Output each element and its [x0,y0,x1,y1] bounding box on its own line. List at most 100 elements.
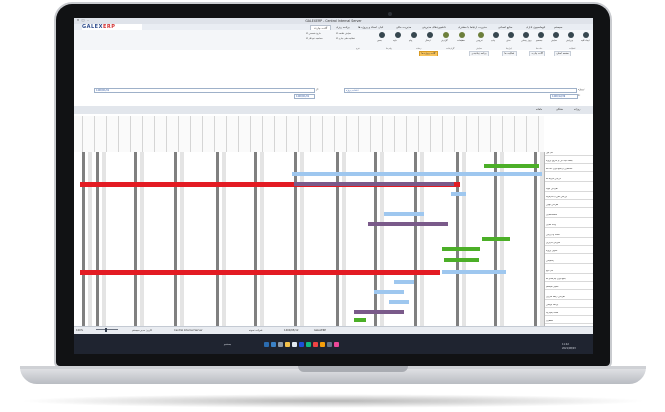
to-date-input[interactable]: 1400/12/29 [550,94,578,100]
task-row[interactable]: پیاده سازی [545,224,593,228]
ribbon-option-4[interactable]: ☑ محاسبه خودکار [306,37,323,40]
gantt-bar-green[interactable] [354,318,366,322]
gantt-bar-green[interactable] [442,247,480,251]
tab-human-resources[interactable]: منابع انسانی [498,25,512,29]
tab-office-automation[interactable]: اتوماسیون اداری [526,25,545,29]
tab-system[interactable]: سیستم [554,25,562,29]
gantt-bar-lightblue[interactable] [442,270,506,274]
tab-finance[interactable]: مدیریت مالی [396,25,411,29]
task-row[interactable]: شناسایی و جمع آوری داده ها [545,168,593,172]
task-row[interactable]: جلسه کیک آف و شروع پروژه [545,160,593,164]
ribbon-7-label[interactable]: چاپ [491,39,495,42]
ribbon-9-label[interactable]: تنظیمات [457,39,465,42]
close-icon[interactable]: ✕ [76,19,80,22]
zoom-slider-thumb[interactable] [105,327,107,332]
gantt-bar-lightblue[interactable] [374,290,404,294]
task-row[interactable]: تست یکپارچه [545,312,593,316]
maximize-icon[interactable]: □ [81,19,85,22]
gantt-bar-lightblue[interactable] [394,280,414,284]
ribbon-option-1[interactable]: ☑ نمایش خلاصه [336,32,351,35]
ribbon-13-label[interactable]: تایید [393,39,397,42]
daily-option[interactable]: روزانه [574,108,580,111]
task-row[interactable]: تحلیل سیستم [545,286,593,290]
ribbon-12-icon[interactable] [411,32,417,38]
taskbar-app-icon[interactable] [264,342,269,347]
ribbon-12-label[interactable]: پیام [409,39,412,42]
ribbon-11-icon[interactable] [427,32,433,38]
ribbon-option-3[interactable]: ☑ تاریخ شمسی [306,32,321,35]
task-row[interactable]: بررسی طرح با کارفرما [545,196,593,200]
ribbon-3-icon[interactable] [553,32,559,38]
ribbon-4-label[interactable]: جستجو [536,39,543,42]
gantt-bar-lightblue[interactable] [384,212,424,216]
ribbon-14-label[interactable]: بستن [377,39,382,42]
ribbon-11-label[interactable]: ارسال [425,39,431,42]
ribbon-1-icon[interactable] [583,32,589,38]
ribbon-8-icon[interactable] [478,32,484,38]
task-row[interactable]: طراحی نهایی [545,204,593,208]
taskbar-app-icon[interactable] [313,342,318,347]
task-row[interactable]: آموزش کاربران [545,242,593,246]
taskbar-app-icon[interactable] [278,342,283,347]
task-row[interactable]: استقرار [545,320,593,324]
minimize-icon[interactable]: – [86,19,90,22]
ribbon-4-icon[interactable] [538,32,544,38]
taskbar-app-icon[interactable] [327,342,332,347]
task-row[interactable]: فاز اول [545,152,593,156]
monthly-option[interactable]: ماهانه [536,108,542,111]
tab-planning[interactable]: برنامه ریزی [336,25,350,29]
gantt-bar-purple[interactable] [294,182,454,186]
task-row[interactable]: تحویل پروژه [545,250,593,254]
ribbon-6-label[interactable]: حذف [506,39,511,42]
taskbar-app-icon[interactable] [320,342,325,347]
ribbon-5-label[interactable]: بروز رسانی [521,39,532,42]
task-row[interactable]: فاز دوم [545,270,593,274]
taskbar-app-icon[interactable] [306,342,311,347]
ribbon-14-icon[interactable] [379,32,385,38]
ribbon-6-icon[interactable] [508,32,514,38]
taskbar-search-input[interactable]: جستجو [224,343,231,346]
ribbon-10-icon[interactable] [443,32,449,38]
task-row[interactable]: مستندسازی [545,214,593,218]
ribbon-10-label[interactable]: گزارش [441,39,448,42]
gantt-bar-green[interactable] [484,164,539,168]
task-row[interactable]: پشتیبانی [545,260,593,264]
taskbar-clock[interactable]: 11:42 [562,343,569,346]
weekly-option[interactable]: هفتگی [556,108,563,111]
tab-dashboards[interactable]: داشبوردهای مدیریتی [422,25,446,29]
from-date-input[interactable]: 1400/01/01 [94,88,315,94]
ribbon-2-label[interactable]: ویرایش [566,39,573,42]
gantt-bar-lightblue[interactable] [451,192,466,196]
taskbar-app-icon[interactable] [299,342,304,347]
ribbon-3-label[interactable]: نمایش [551,39,557,42]
ribbon-7-icon[interactable] [493,32,499,38]
to-date-input-2[interactable]: 1400/01/01 [294,94,315,100]
taskbar-app-icon[interactable] [271,342,276,347]
taskbar-date[interactable]: 2021/08/03 [562,347,576,350]
gantt-bar-lightblue[interactable] [292,172,542,176]
taskbar-app-icon[interactable] [334,342,339,347]
gantt-bar-purple[interactable] [368,222,448,226]
ribbon-1-label[interactable]: ایجاد کلید [581,39,590,42]
ribbon-5-icon[interactable] [523,32,529,38]
gantt-bar-lightblue[interactable] [389,300,409,304]
task-row[interactable]: برنامه نویسی [545,304,593,308]
task-row[interactable]: طراحی اولیه [545,188,593,192]
ribbon-2-icon[interactable] [568,32,574,38]
zoom-slider[interactable] [96,329,118,330]
taskbar-app-icon[interactable] [292,342,297,347]
ribbon-8-label[interactable]: خروجی [476,39,483,42]
gantt-bar-green[interactable] [482,237,510,241]
gantt-bar-purple[interactable] [354,310,404,314]
task-row[interactable]: طراحی رابط کاربری [545,296,593,300]
tab-warehouse-projects[interactable]: انبار، اسناد و پروژه ها [358,25,383,29]
gantt-bar-green[interactable] [444,258,479,262]
taskbar-app-icon[interactable] [285,342,290,347]
project-input[interactable]: انتخاب پروژه [344,88,577,94]
ribbon-option-2[interactable]: ☑ فعالیت های جاری [336,37,355,40]
task-row[interactable]: تست و ارزیابی [545,234,593,238]
ribbon-9-icon[interactable] [459,32,465,38]
ribbon-13-icon[interactable] [395,32,401,38]
task-row[interactable]: ارزیابی فرآیند ها [545,178,593,182]
task-row[interactable]: جمع آوری نیازمندی ها [545,278,593,282]
